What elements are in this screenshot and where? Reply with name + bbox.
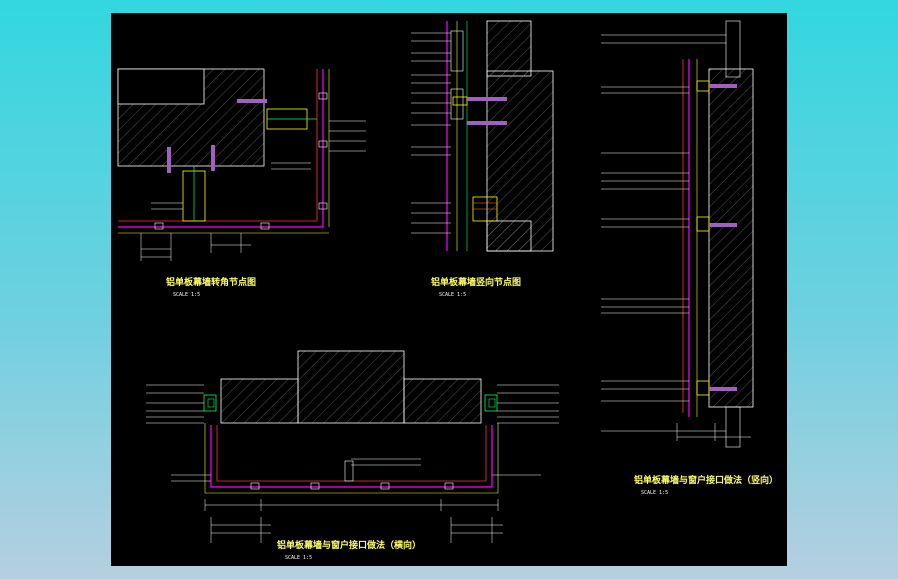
detail-scale: SCALE 1:5 bbox=[285, 555, 312, 561]
cad-drawing: 铝单板幕墙转角节点图 SCALE 1:5 铝单板幕墙竖向节点图 SCALE 1:… bbox=[117, 20, 778, 561]
detail-scale: SCALE 1:5 bbox=[641, 490, 668, 496]
detail-scale: SCALE 1:5 bbox=[439, 292, 466, 298]
window-interface-vertical-detail bbox=[601, 20, 754, 448]
detail-title: 铝单板幕墙与窗户接口做法（横向） bbox=[277, 539, 421, 551]
detail-scale: SCALE 1:5 bbox=[173, 292, 200, 298]
vertical-node-detail bbox=[411, 20, 554, 252]
window-interface-horizontal-detail bbox=[146, 350, 559, 543]
detail-title: 铝单板幕墙竖向节点图 bbox=[431, 276, 521, 288]
corner-node-detail bbox=[117, 68, 366, 261]
detail-title: 铝单板幕墙转角节点图 bbox=[166, 276, 256, 288]
drawing-sheet: 铝单板幕墙转角节点图 SCALE 1:5 铝单板幕墙竖向节点图 SCALE 1:… bbox=[111, 13, 787, 566]
detail-title: 铝单板幕墙与窗户接口做法（竖向） bbox=[634, 474, 778, 486]
